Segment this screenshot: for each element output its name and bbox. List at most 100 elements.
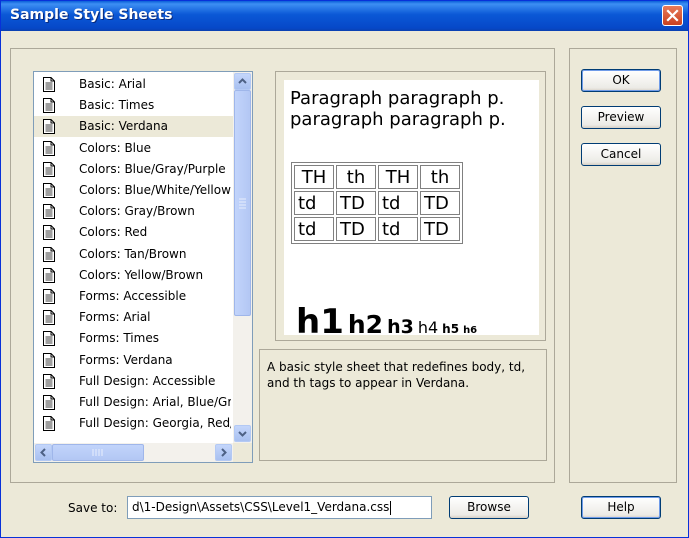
cancel-button[interactable]: Cancel xyxy=(581,143,661,166)
document-icon xyxy=(43,119,55,135)
list-item-label: Colors: Gray/Brown xyxy=(79,204,195,219)
paragraph-line: paragraph paragraph p. xyxy=(290,109,506,130)
title-bar[interactable]: Sample Style Sheets xyxy=(1,1,688,31)
preview-area: Paragraph paragraph p. paragraph paragra… xyxy=(284,80,539,335)
preview-table: TH th TH th td TD td TD td TD td TD xyxy=(291,162,463,244)
browse-button[interactable]: Browse xyxy=(449,496,529,519)
list-item-label: Colors: Blue/Gray/Purple xyxy=(79,161,226,176)
table-row: td TD td TD xyxy=(294,191,460,215)
table-header-cell: TH xyxy=(294,165,334,189)
preview-panel: Paragraph paragraph p. paragraph paragra… xyxy=(275,71,546,341)
table-header-cell: TH xyxy=(378,165,418,189)
list-item-label: Colors: Red xyxy=(79,225,148,240)
vertical-scrollbar[interactable] xyxy=(233,72,252,443)
list-item[interactable]: Forms: Times xyxy=(34,328,233,349)
list-item[interactable]: Colors: Gray/Brown xyxy=(34,201,233,222)
list-item[interactable]: Colors: Blue/Gray/Purple xyxy=(34,159,233,180)
heading-h2: h2 xyxy=(347,310,384,335)
list-item-label: Basic: Arial xyxy=(79,77,146,91)
table-row: td TD td TD xyxy=(294,217,460,241)
document-icon xyxy=(43,352,55,368)
table-cell: TD xyxy=(336,217,376,241)
list-item[interactable]: Full Design: Arial, Blue/Gray xyxy=(34,392,233,413)
list-item[interactable]: Colors: Blue/White/Yellow xyxy=(34,180,233,201)
list-item[interactable]: Colors: Blue xyxy=(34,138,233,159)
document-icon xyxy=(43,289,55,304)
scroll-right-button[interactable] xyxy=(215,444,232,461)
list-item[interactable]: Full Design: Georgia, Red/Yellow xyxy=(34,413,233,434)
table-header-cell: th xyxy=(336,165,376,189)
table-cell: TD xyxy=(420,217,460,241)
heading-h4: h4 xyxy=(417,318,439,335)
list-item[interactable]: Forms: Verdana xyxy=(34,350,233,371)
heading-h3: h3 xyxy=(387,316,414,335)
table-cell: td xyxy=(294,217,334,241)
table-cell: TD xyxy=(420,191,460,215)
document-icon xyxy=(43,77,55,92)
list-item-label: Colors: Tan/Brown xyxy=(79,246,187,261)
description-text: A basic style sheet that redefines body,… xyxy=(267,360,526,390)
preview-headings: h1 h2 h3 h4 h5 h6 xyxy=(296,302,481,335)
table-header-cell: th xyxy=(420,165,460,189)
list-item-label: Basic: Times xyxy=(79,98,155,113)
document-icon xyxy=(43,204,55,220)
chevron-left-icon xyxy=(40,448,46,457)
list-item[interactable]: Basic: Arial xyxy=(34,74,233,95)
list-item[interactable]: Colors: Red xyxy=(34,222,233,243)
horizontal-scroll-thumb[interactable] xyxy=(52,444,144,461)
list-item[interactable]: Colors: Yellow/Brown xyxy=(34,265,233,286)
heading-h6: h6 xyxy=(463,325,478,335)
save-path-field[interactable]: d\1-Design\Assets\CSS\Level1_Verdana.css xyxy=(127,496,432,519)
list-item-label: Full Design: Georgia, Red/Yellow xyxy=(79,416,231,431)
preview-paragraph: Paragraph paragraph p. paragraph paragra… xyxy=(290,88,539,130)
horizontal-scrollbar[interactable] xyxy=(34,443,233,462)
table-cell: TD xyxy=(336,191,376,215)
table-cell: td xyxy=(378,217,418,241)
heading-h1: h1 xyxy=(296,302,344,335)
chevron-right-icon xyxy=(221,448,227,457)
list-item-label: Full Design: Arial, Blue/Gray xyxy=(79,395,231,409)
document-icon xyxy=(43,331,55,347)
scroll-down-button[interactable] xyxy=(234,425,251,442)
scrollbar-corner xyxy=(233,443,252,462)
save-to-label: Save to: xyxy=(68,501,118,515)
list-item[interactable]: Basic: Verdana xyxy=(34,116,233,138)
document-icon xyxy=(43,373,55,389)
list-item[interactable]: Basic: Times xyxy=(34,95,233,116)
document-icon xyxy=(43,395,55,410)
ok-button[interactable]: OK xyxy=(581,69,661,92)
document-icon xyxy=(43,267,55,283)
text-caret xyxy=(390,500,392,515)
close-icon xyxy=(666,9,679,22)
paragraph-line: Paragraph paragraph p. xyxy=(290,88,505,109)
grip-icon xyxy=(92,449,103,456)
document-icon xyxy=(43,183,55,198)
list-item[interactable]: Forms: Arial xyxy=(34,307,233,328)
list-item[interactable]: Colors: Tan/Brown xyxy=(34,244,233,265)
scroll-left-button[interactable] xyxy=(35,444,52,461)
table-cell: td xyxy=(378,191,418,215)
table-cell: td xyxy=(294,191,334,215)
preview-button[interactable]: Preview xyxy=(581,106,661,129)
list-item-label: Forms: Arial xyxy=(79,310,151,325)
chevron-up-icon xyxy=(238,78,247,84)
save-path-value: d\1-Design\Assets\CSS\Level1_Verdana.css xyxy=(132,500,390,514)
list-item-label: Forms: Accessible xyxy=(79,289,187,303)
heading-h5: h5 xyxy=(442,322,460,335)
window-title: Sample Style Sheets xyxy=(10,7,173,23)
scroll-up-button[interactable] xyxy=(234,73,251,90)
list-item[interactable]: Forms: Accessible xyxy=(34,286,233,307)
help-button[interactable]: Help xyxy=(581,496,661,519)
close-button[interactable] xyxy=(662,5,683,26)
list-item-label: Full Design: Accessible xyxy=(79,373,216,388)
vertical-scroll-thumb[interactable] xyxy=(234,90,251,316)
list-item-label: Colors: Blue/White/Yellow xyxy=(79,183,231,197)
document-icon xyxy=(43,98,55,114)
document-icon xyxy=(43,416,55,432)
list-item[interactable]: Full Design: Accessible xyxy=(34,371,233,392)
stylesheet-listbox[interactable]: Basic: Arial Basic: Times Basic: Verdana Co… xyxy=(33,71,253,463)
grip-icon xyxy=(239,198,246,209)
document-icon xyxy=(43,225,55,241)
document-icon xyxy=(43,140,55,156)
list-item-label: Forms: Verdana xyxy=(79,352,173,367)
